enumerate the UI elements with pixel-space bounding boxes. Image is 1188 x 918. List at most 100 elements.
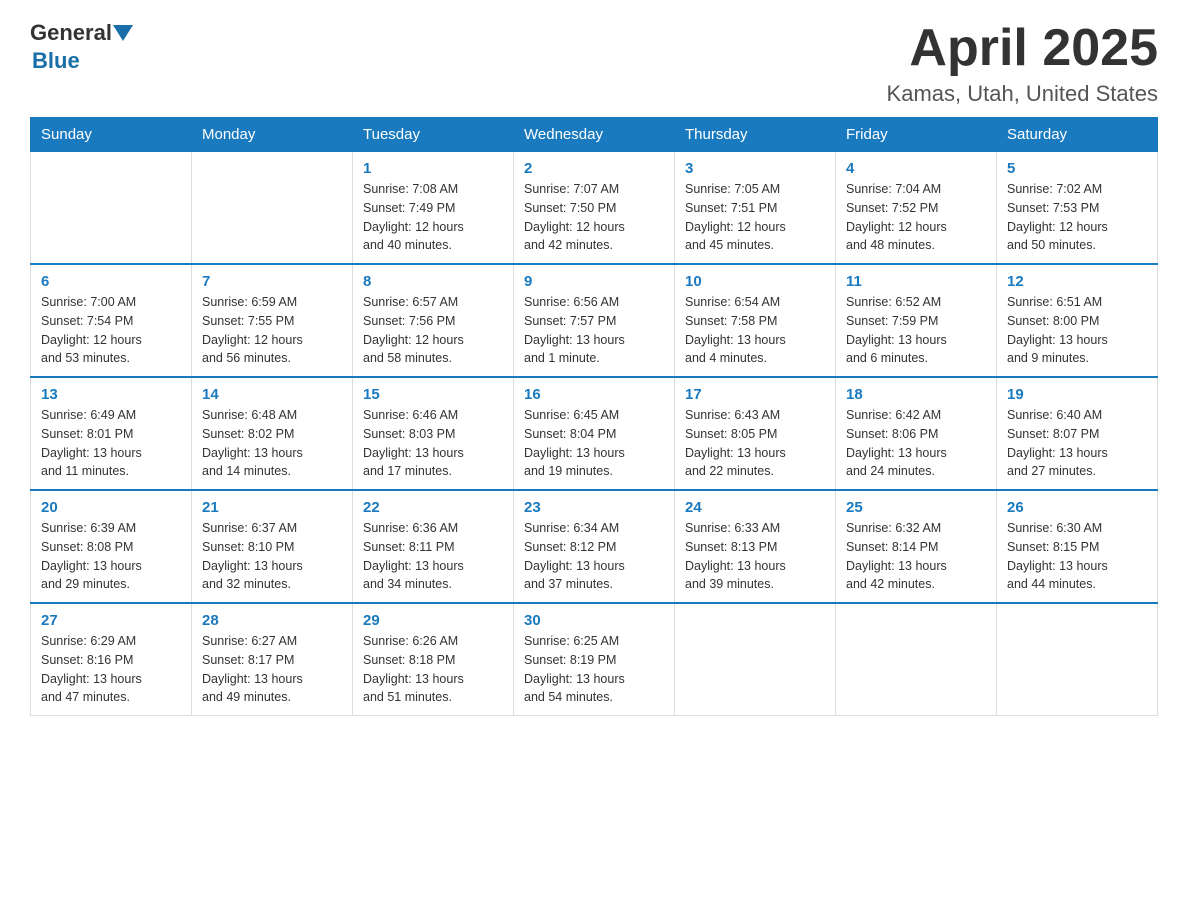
- day-number: 25: [846, 499, 986, 516]
- day-info: Sunrise: 6:37 AMSunset: 8:10 PMDaylight:…: [202, 519, 342, 594]
- calendar-header-row: SundayMondayTuesdayWednesdayThursdayFrid…: [31, 118, 1158, 152]
- day-info: Sunrise: 6:34 AMSunset: 8:12 PMDaylight:…: [524, 519, 664, 594]
- day-number: 13: [41, 386, 181, 403]
- day-number: 27: [41, 612, 181, 629]
- calendar-cell: 1 Sunrise: 7:08 AMSunset: 7:49 PMDaylight…: [353, 152, 514, 265]
- calendar-cell: 9 Sunrise: 6:56 AMSunset: 7:57 PMDaylight…: [514, 264, 675, 377]
- logo: General Blue: [30, 20, 134, 74]
- day-number: 3: [685, 160, 825, 177]
- day-number: 7: [202, 273, 342, 290]
- location-subtitle: Kamas, Utah, United States: [887, 81, 1158, 107]
- day-info: Sunrise: 7:07 AMSunset: 7:50 PMDaylight:…: [524, 180, 664, 255]
- day-info: Sunrise: 6:48 AMSunset: 8:02 PMDaylight:…: [202, 406, 342, 481]
- calendar-cell: 15 Sunrise: 6:46 AMSunset: 8:03 PMDayligh…: [353, 377, 514, 490]
- day-info: Sunrise: 6:51 AMSunset: 8:00 PMDaylight:…: [1007, 293, 1147, 368]
- calendar-cell: 17 Sunrise: 6:43 AMSunset: 8:05 PMDayligh…: [675, 377, 836, 490]
- day-number: 16: [524, 386, 664, 403]
- calendar-cell: 7 Sunrise: 6:59 AMSunset: 7:55 PMDaylight…: [192, 264, 353, 377]
- day-info: Sunrise: 6:43 AMSunset: 8:05 PMDaylight:…: [685, 406, 825, 481]
- calendar-cell: 18 Sunrise: 6:42 AMSunset: 8:06 PMDayligh…: [836, 377, 997, 490]
- day-info: Sunrise: 7:02 AMSunset: 7:53 PMDaylight:…: [1007, 180, 1147, 255]
- calendar-cell: 23 Sunrise: 6:34 AMSunset: 8:12 PMDayligh…: [514, 490, 675, 603]
- page-header: General Blue April 2025 Kamas, Utah, Uni…: [30, 20, 1158, 107]
- calendar-cell: 4 Sunrise: 7:04 AMSunset: 7:52 PMDaylight…: [836, 152, 997, 265]
- calendar-header-wednesday: Wednesday: [514, 118, 675, 152]
- calendar-cell: 11Sunrise: 6:52 AMSunset: 7:59 PMDayligh…: [836, 264, 997, 377]
- calendar-cell: 16 Sunrise: 6:45 AMSunset: 8:04 PMDayligh…: [514, 377, 675, 490]
- day-info: Sunrise: 6:46 AMSunset: 8:03 PMDaylight:…: [363, 406, 503, 481]
- day-number: 18: [846, 386, 986, 403]
- day-number: 4: [846, 160, 986, 177]
- calendar-cell: 20 Sunrise: 6:39 AMSunset: 8:08 PMDayligh…: [31, 490, 192, 603]
- day-number: 1: [363, 160, 503, 177]
- day-info: Sunrise: 6:27 AMSunset: 8:17 PMDaylight:…: [202, 632, 342, 707]
- calendar-cell: 22 Sunrise: 6:36 AMSunset: 8:11 PMDayligh…: [353, 490, 514, 603]
- calendar-cell: 25 Sunrise: 6:32 AMSunset: 8:14 PMDayligh…: [836, 490, 997, 603]
- day-number: 22: [363, 499, 503, 516]
- calendar-week-row: 1 Sunrise: 7:08 AMSunset: 7:49 PMDaylight…: [31, 152, 1158, 265]
- day-info: Sunrise: 7:08 AMSunset: 7:49 PMDaylight:…: [363, 180, 503, 255]
- calendar-cell: 2Sunrise: 7:07 AMSunset: 7:50 PMDaylight…: [514, 152, 675, 265]
- calendar-week-row: 13Sunrise: 6:49 AMSunset: 8:01 PMDayligh…: [31, 377, 1158, 490]
- calendar-cell: 30Sunrise: 6:25 AMSunset: 8:19 PMDayligh…: [514, 603, 675, 716]
- day-number: 23: [524, 499, 664, 516]
- day-info: Sunrise: 6:45 AMSunset: 8:04 PMDaylight:…: [524, 406, 664, 481]
- calendar-table: SundayMondayTuesdayWednesdayThursdayFrid…: [30, 117, 1158, 716]
- day-info: Sunrise: 6:36 AMSunset: 8:11 PMDaylight:…: [363, 519, 503, 594]
- calendar-cell: [31, 152, 192, 265]
- day-info: Sunrise: 6:29 AMSunset: 8:16 PMDaylight:…: [41, 632, 181, 707]
- calendar-header-tuesday: Tuesday: [353, 118, 514, 152]
- calendar-cell: 6 Sunrise: 7:00 AMSunset: 7:54 PMDaylight…: [31, 264, 192, 377]
- calendar-cell: 28 Sunrise: 6:27 AMSunset: 8:17 PMDayligh…: [192, 603, 353, 716]
- day-info: Sunrise: 6:39 AMSunset: 8:08 PMDaylight:…: [41, 519, 181, 594]
- day-info: Sunrise: 6:54 AMSunset: 7:58 PMDaylight:…: [685, 293, 825, 368]
- day-info: Sunrise: 6:30 AMSunset: 8:15 PMDaylight:…: [1007, 519, 1147, 594]
- day-number: 15: [363, 386, 503, 403]
- title-area: April 2025 Kamas, Utah, United States: [887, 20, 1158, 107]
- day-info: Sunrise: 6:52 AMSunset: 7:59 PMDaylight:…: [846, 293, 986, 368]
- day-info: Sunrise: 6:57 AMSunset: 7:56 PMDaylight:…: [363, 293, 503, 368]
- day-number: 20: [41, 499, 181, 516]
- day-number: 10: [685, 273, 825, 290]
- calendar-cell: 24Sunrise: 6:33 AMSunset: 8:13 PMDayligh…: [675, 490, 836, 603]
- calendar-cell: 26 Sunrise: 6:30 AMSunset: 8:15 PMDayligh…: [997, 490, 1158, 603]
- month-title: April 2025: [887, 20, 1158, 77]
- day-number: 30: [524, 612, 664, 629]
- calendar-cell: [836, 603, 997, 716]
- calendar-cell: 10 Sunrise: 6:54 AMSunset: 7:58 PMDayligh…: [675, 264, 836, 377]
- day-info: Sunrise: 6:56 AMSunset: 7:57 PMDaylight:…: [524, 293, 664, 368]
- day-number: 26: [1007, 499, 1147, 516]
- calendar-header-saturday: Saturday: [997, 118, 1158, 152]
- calendar-cell: [997, 603, 1158, 716]
- day-number: 28: [202, 612, 342, 629]
- calendar-cell: 8 Sunrise: 6:57 AMSunset: 7:56 PMDaylight…: [353, 264, 514, 377]
- day-info: Sunrise: 7:00 AMSunset: 7:54 PMDaylight:…: [41, 293, 181, 368]
- day-number: 5: [1007, 160, 1147, 177]
- day-info: Sunrise: 6:26 AMSunset: 8:18 PMDaylight:…: [363, 632, 503, 707]
- calendar-cell: 13Sunrise: 6:49 AMSunset: 8:01 PMDayligh…: [31, 377, 192, 490]
- calendar-cell: 5 Sunrise: 7:02 AMSunset: 7:53 PMDaylight…: [997, 152, 1158, 265]
- calendar-cell: 19Sunrise: 6:40 AMSunset: 8:07 PMDayligh…: [997, 377, 1158, 490]
- day-info: Sunrise: 6:59 AMSunset: 7:55 PMDaylight:…: [202, 293, 342, 368]
- day-info: Sunrise: 6:42 AMSunset: 8:06 PMDaylight:…: [846, 406, 986, 481]
- logo-triangle-icon: [113, 25, 133, 41]
- day-number: 24: [685, 499, 825, 516]
- logo-blue-text: Blue: [32, 48, 80, 74]
- day-info: Sunrise: 6:40 AMSunset: 8:07 PMDaylight:…: [1007, 406, 1147, 481]
- day-number: 6: [41, 273, 181, 290]
- calendar-cell: 14 Sunrise: 6:48 AMSunset: 8:02 PMDayligh…: [192, 377, 353, 490]
- day-number: 9: [524, 273, 664, 290]
- day-info: Sunrise: 6:32 AMSunset: 8:14 PMDaylight:…: [846, 519, 986, 594]
- calendar-cell: 27 Sunrise: 6:29 AMSunset: 8:16 PMDayligh…: [31, 603, 192, 716]
- day-info: Sunrise: 7:04 AMSunset: 7:52 PMDaylight:…: [846, 180, 986, 255]
- calendar-cell: [675, 603, 836, 716]
- calendar-cell: [192, 152, 353, 265]
- day-number: 8: [363, 273, 503, 290]
- calendar-cell: 21Sunrise: 6:37 AMSunset: 8:10 PMDayligh…: [192, 490, 353, 603]
- calendar-week-row: 27 Sunrise: 6:29 AMSunset: 8:16 PMDayligh…: [31, 603, 1158, 716]
- calendar-header-monday: Monday: [192, 118, 353, 152]
- day-number: 17: [685, 386, 825, 403]
- day-number: 29: [363, 612, 503, 629]
- day-number: 14: [202, 386, 342, 403]
- logo-general-text: General: [30, 20, 112, 46]
